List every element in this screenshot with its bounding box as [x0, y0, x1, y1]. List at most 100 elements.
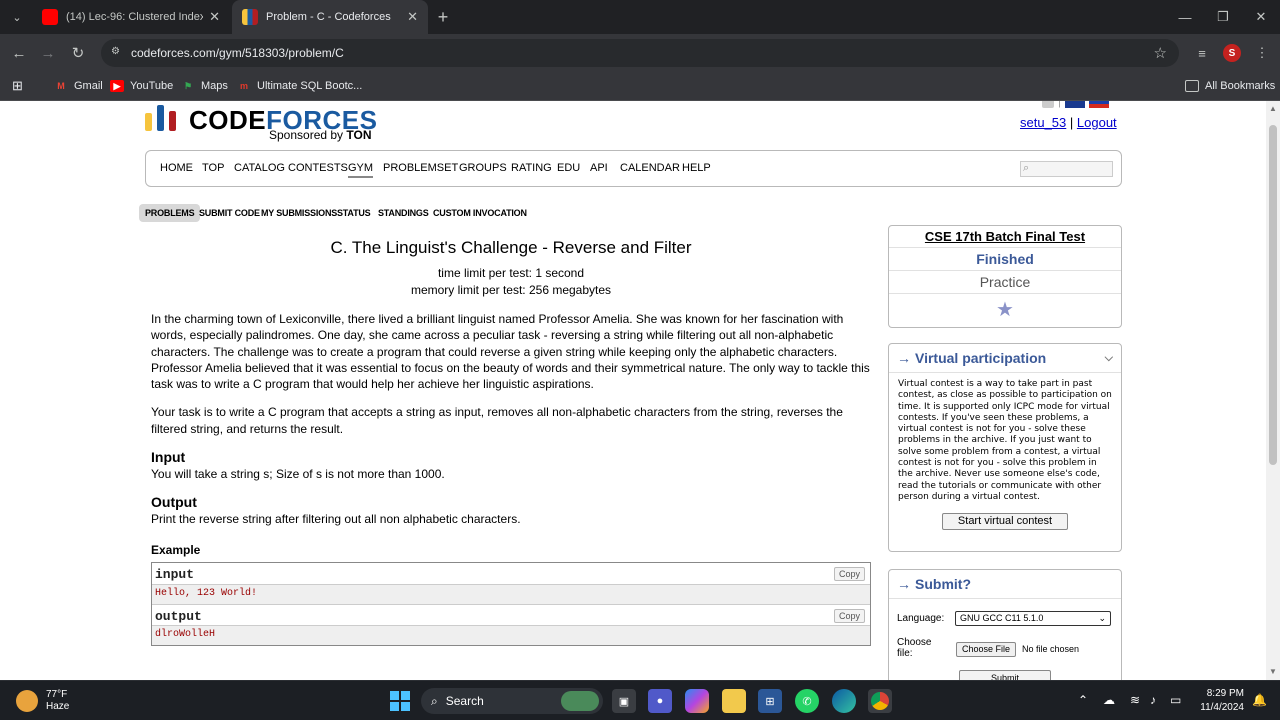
bookmark-sql-bootcamp[interactable]: m Ultimate SQL Bootc...: [237, 78, 362, 94]
all-bookmarks[interactable]: All Bookmarks: [1185, 78, 1275, 94]
bookmark-star-icon[interactable]: ☆: [1154, 44, 1167, 62]
whatsapp-icon[interactable]: ✆: [795, 689, 819, 713]
volume-icon[interactable]: ♪: [1150, 693, 1156, 707]
language-label: Language:: [897, 613, 945, 624]
scrollbar-thumb[interactable]: [1269, 125, 1277, 465]
submit-title: Submit?: [915, 576, 971, 592]
wifi-icon[interactable]: ≋: [1130, 693, 1140, 707]
new-tab-plus-icon[interactable]: +: [432, 6, 454, 28]
task-view-icon[interactable]: ▣: [612, 689, 636, 713]
show-hidden-icons-chevron-icon[interactable]: ⌃: [1078, 693, 1088, 707]
apps-grid-icon[interactable]: ⊞: [12, 78, 23, 94]
clock-date: 11/4/2024: [1200, 702, 1244, 713]
site-search-input[interactable]: ⌕: [1020, 161, 1113, 177]
taskbar-search[interactable]: ⌕ Search: [421, 688, 603, 714]
example-output-label: output: [155, 609, 202, 624]
back-arrow-icon[interactable]: ←: [8, 42, 30, 64]
subnav-status[interactable]: STATUS: [337, 204, 371, 222]
tab-youtube-lecture[interactable]: (14) Lec-96: Clustered Index in D ✕: [32, 0, 230, 34]
site-info-icon[interactable]: ⚙: [111, 46, 125, 60]
menu-help[interactable]: HELP: [682, 162, 711, 174]
profile-avatar[interactable]: S: [1223, 44, 1241, 62]
onedrive-cloud-icon[interactable]: ☁: [1103, 693, 1115, 707]
bell-icon[interactable]: [1042, 101, 1054, 108]
start-virtual-contest-button[interactable]: Start virtual contest: [942, 513, 1068, 531]
windows-start-icon[interactable]: [388, 689, 412, 713]
bookmark-label: Ultimate SQL Bootc...: [257, 80, 363, 92]
close-window-icon[interactable]: ✕: [1242, 0, 1280, 34]
tab-codeforces-problem[interactable]: Problem - C - Codeforces ✕: [232, 0, 428, 34]
subnav-standings[interactable]: STANDINGS: [378, 204, 429, 222]
system-clock[interactable]: 8:29 PM 11/4/2024: [1194, 687, 1244, 715]
subnav-problems[interactable]: PROBLEMS: [139, 204, 201, 222]
menu-edu[interactable]: EDU: [557, 162, 580, 174]
submit-button[interactable]: Submit: [959, 670, 1051, 680]
codeforces-logo[interactable]: Codeforces Sponsored by TON: [145, 101, 385, 145]
copy-output-button[interactable]: Copy: [833, 609, 865, 623]
menu-kebab-icon[interactable]: ⋮: [1252, 43, 1272, 63]
bookmark-gmail[interactable]: M Gmail: [54, 78, 102, 94]
forward-arrow-icon[interactable]: →: [37, 42, 59, 64]
russia-flag-icon[interactable]: [1088, 101, 1109, 108]
submit-header: → Submit?: [889, 570, 1121, 599]
weather-widget[interactable]: 77°F Haze: [16, 688, 69, 714]
reading-list-icon[interactable]: ≡: [1192, 43, 1212, 63]
subnav-my-submissions[interactable]: MY SUBMISSIONS: [261, 204, 337, 222]
address-bar[interactable]: ⚙ codeforces.com/gym/518303/problem/C ☆: [101, 39, 1179, 67]
copy-input-button[interactable]: Copy: [833, 567, 865, 581]
microsoft-store-icon[interactable]: ⊞: [758, 689, 782, 713]
close-tab-icon[interactable]: ✕: [209, 9, 220, 25]
menu-gym[interactable]: GYM: [348, 162, 374, 178]
edge-icon[interactable]: [832, 689, 856, 713]
subnav-submit-code[interactable]: SUBMIT CODE: [199, 204, 260, 222]
virtual-participation-box: → Virtual participation ⌵ Virtual contest…: [888, 343, 1122, 552]
chrome-icon[interactable]: [868, 689, 892, 713]
uk-flag-icon[interactable]: [1064, 101, 1085, 108]
bookmark-maps[interactable]: ⚑ Maps: [181, 78, 228, 94]
copilot-icon[interactable]: [685, 689, 709, 713]
teams-icon[interactable]: ●: [648, 689, 672, 713]
chevron-down-icon[interactable]: ⌵: [1105, 352, 1113, 365]
example-title: Example: [151, 542, 201, 557]
contest-name-link[interactable]: CSE 17th Batch Final Test: [889, 226, 1121, 248]
menu-problemset[interactable]: PROBLEMSET: [383, 162, 458, 174]
logout-link[interactable]: Logout: [1077, 115, 1117, 130]
minimize-icon[interactable]: —: [1166, 0, 1204, 34]
menu-catalog[interactable]: CATALOG: [234, 162, 285, 174]
bookmarks-bar: ⊞ M Gmail ▶ YouTube ⚑ Maps m Ultimate SQ…: [0, 72, 1280, 101]
file-explorer-icon[interactable]: [722, 689, 746, 713]
battery-icon[interactable]: ▭: [1170, 693, 1181, 707]
menu-rating[interactable]: RATING: [511, 162, 552, 174]
language-select[interactable]: GNU GCC C11 5.1.0 ⌄: [955, 611, 1111, 626]
notification-bell-icon[interactable]: 🔔: [1252, 693, 1267, 707]
menu-top[interactable]: TOP: [202, 162, 224, 174]
sponsored-by: Sponsored by TON: [269, 128, 372, 142]
page-scrollbar[interactable]: ▲ ▼: [1266, 101, 1280, 680]
scroll-up-icon[interactable]: ▲: [1269, 104, 1277, 113]
menu-home[interactable]: HOME: [160, 162, 193, 174]
menu-api[interactable]: API: [590, 162, 608, 174]
maximize-icon[interactable]: ❐: [1204, 0, 1242, 34]
scroll-down-icon[interactable]: ▼: [1269, 667, 1277, 676]
reload-icon[interactable]: ↻: [67, 42, 89, 64]
menu-groups[interactable]: GROUPS: [459, 162, 507, 174]
tab-title: Problem - C - Codeforces: [266, 11, 391, 23]
weather-condition: Haze: [46, 701, 70, 712]
codeforces-favicon-icon: [242, 9, 258, 25]
time-limit: time limit per test: 1 second: [437, 266, 585, 280]
menu-calendar[interactable]: CALENDAR: [620, 162, 680, 174]
statement-paragraph: In the charming town of Lexiconville, th…: [151, 312, 870, 392]
virtual-participation-header[interactable]: → Virtual participation ⌵: [889, 344, 1121, 373]
browser-tab-bar: ⌄ (14) Lec-96: Clustered Index in D ✕ Pr…: [0, 0, 1280, 34]
favourite-star-icon[interactable]: ★: [889, 294, 1121, 327]
subnav-custom-invocation[interactable]: CUSTOM INVOCATION: [433, 204, 527, 222]
tab-search-chevron-icon[interactable]: ⌄: [6, 7, 28, 27]
menu-contests[interactable]: CONTESTS: [288, 162, 348, 174]
bookmark-youtube[interactable]: ▶ YouTube: [110, 78, 173, 94]
username-link[interactable]: setu_53: [1020, 115, 1066, 130]
choose-file-button[interactable]: Choose File: [956, 642, 1017, 657]
task-paragraph: Your task is to write a C program that a…: [151, 405, 843, 436]
virtual-description: Virtual contest is a way to take part in…: [898, 379, 1112, 502]
close-tab-icon[interactable]: ✕: [407, 9, 418, 25]
browser-toolbar: ← → ↻ ⚙ codeforces.com/gym/518303/proble…: [0, 34, 1280, 72]
